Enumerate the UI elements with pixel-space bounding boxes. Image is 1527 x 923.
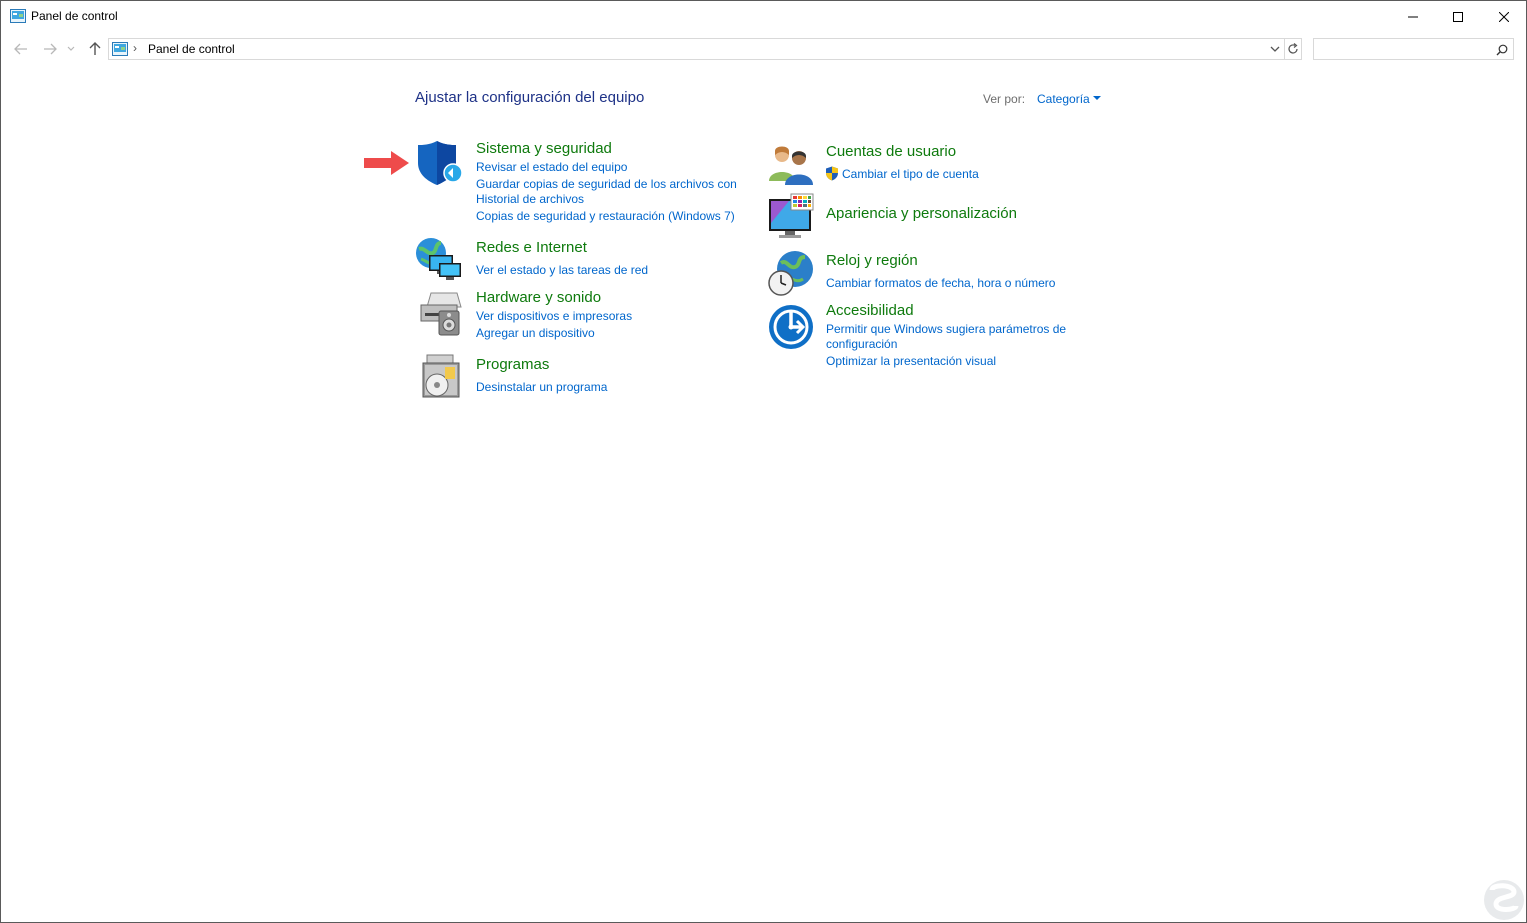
view-by-label: Ver por:	[983, 92, 1026, 106]
back-button[interactable]	[11, 39, 31, 59]
window-title: Panel de control	[31, 9, 118, 23]
chevron-down-icon	[1270, 46, 1280, 52]
arrow-right-icon	[44, 43, 57, 55]
category-title-user-accounts[interactable]: Cuentas de usuario	[826, 143, 956, 160]
link-date-time-formats[interactable]: Cambiar formatos de fecha, hora o número	[826, 276, 1055, 290]
link-change-account-type[interactable]: Cambiar el tipo de cuenta	[842, 167, 979, 181]
link-add-device[interactable]: Agregar un dispositivo	[476, 326, 595, 340]
refresh-button[interactable]	[1284, 38, 1302, 60]
forward-button[interactable]	[40, 39, 60, 59]
minimize-button[interactable]	[1390, 1, 1436, 32]
search-icon[interactable]	[1496, 43, 1508, 61]
breadcrumb-separator[interactable]: ›	[133, 41, 137, 55]
category-title-hardware-sound[interactable]: Hardware y sonido	[476, 289, 601, 306]
link-windows-suggest-settings[interactable]: Permitir que Windows sugiera parámetros …	[826, 322, 1066, 336]
programs-disc-icon[interactable]	[415, 353, 463, 401]
printer-speaker-icon[interactable]	[415, 289, 463, 337]
monitor-palette-icon[interactable]	[767, 193, 815, 241]
arrow-left-icon	[14, 43, 27, 55]
category-title-accessibility[interactable]: Accesibilidad	[826, 302, 914, 319]
clock-globe-icon[interactable]	[767, 249, 815, 297]
address-bar[interactable]: › Panel de control	[108, 38, 1285, 60]
arrow-up-icon	[89, 42, 101, 55]
category-title-system-security[interactable]: Sistema y seguridad	[476, 140, 612, 157]
category-title-appearance[interactable]: Apariencia y personalización	[826, 205, 1017, 222]
link-devices-printers[interactable]: Ver dispositivos e impresoras	[476, 309, 632, 323]
pointer-arrow-icon	[364, 151, 409, 175]
view-by-dropdown[interactable]: Categoría	[1037, 92, 1090, 106]
search-input[interactable]	[1313, 38, 1514, 60]
link-windows-suggest-settings-cont[interactable]: configuración	[826, 337, 897, 351]
link-file-history-backup-cont[interactable]: Historial de archivos	[476, 192, 584, 206]
up-button[interactable]	[85, 39, 105, 59]
category-title-programs[interactable]: Programas	[476, 356, 549, 373]
control-panel-icon	[112, 42, 128, 56]
link-uninstall-program[interactable]: Desinstalar un programa	[476, 380, 607, 394]
control-panel-icon	[10, 9, 26, 23]
recent-locations-button[interactable]	[64, 39, 78, 59]
refresh-icon	[1287, 43, 1298, 54]
control-panel-window: Panel de control › Panel de control Ajus…	[0, 0, 1527, 923]
users-icon[interactable]	[767, 141, 815, 189]
title-bar: Panel de control	[1, 1, 1526, 32]
uac-shield-icon	[826, 166, 838, 181]
category-title-network-internet[interactable]: Redes e Internet	[476, 239, 587, 256]
link-network-status[interactable]: Ver el estado y las tareas de red	[476, 263, 648, 277]
maximize-button[interactable]	[1435, 1, 1481, 32]
link-optimize-visual-display[interactable]: Optimizar la presentación visual	[826, 354, 996, 368]
breadcrumb-item[interactable]: Panel de control	[148, 42, 235, 56]
link-review-status[interactable]: Revisar el estado del equipo	[476, 160, 627, 174]
shield-icon[interactable]	[415, 139, 463, 187]
accessibility-icon[interactable]	[767, 303, 815, 351]
category-title-clock-region[interactable]: Reloj y región	[826, 252, 918, 269]
link-file-history-backup[interactable]: Guardar copias de seguridad de los archi…	[476, 177, 737, 191]
close-button[interactable]	[1481, 1, 1527, 32]
caret-down-icon[interactable]	[1093, 96, 1101, 100]
chevron-down-icon	[67, 46, 75, 51]
watermark-logo-icon	[1484, 880, 1524, 920]
page-title: Ajustar la configuración del equipo	[415, 89, 645, 106]
network-globe-icon[interactable]	[415, 235, 463, 283]
address-dropdown-button[interactable]	[1268, 42, 1282, 56]
link-backup-restore[interactable]: Copias de seguridad y restauración (Wind…	[476, 209, 735, 223]
